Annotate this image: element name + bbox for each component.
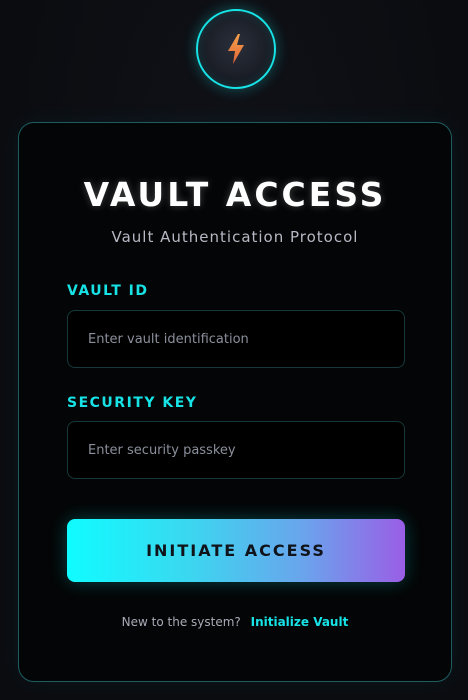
page-subtitle: Vault Authentication Protocol <box>111 228 359 246</box>
signup-prompt: New to the system? Initialize Vault <box>19 615 451 629</box>
security-key-label: SECURITY KEY <box>67 395 198 411</box>
logo-badge <box>196 9 276 89</box>
security-key-input[interactable] <box>67 421 405 479</box>
lightning-bolt-icon <box>225 33 247 65</box>
login-page: VAULT ACCESS Vault Authentication Protoc… <box>0 0 468 700</box>
initiate-access-button[interactable]: INITIATE ACCESS <box>67 519 405 582</box>
initialize-vault-link[interactable]: Initialize Vault <box>251 615 349 629</box>
signup-prompt-text: New to the system? <box>121 615 241 629</box>
vault-id-label: VAULT ID <box>67 283 149 299</box>
vault-id-input[interactable] <box>67 310 405 368</box>
login-card: VAULT ACCESS Vault Authentication Protoc… <box>18 122 452 682</box>
page-title: VAULT ACCESS <box>83 175 387 214</box>
